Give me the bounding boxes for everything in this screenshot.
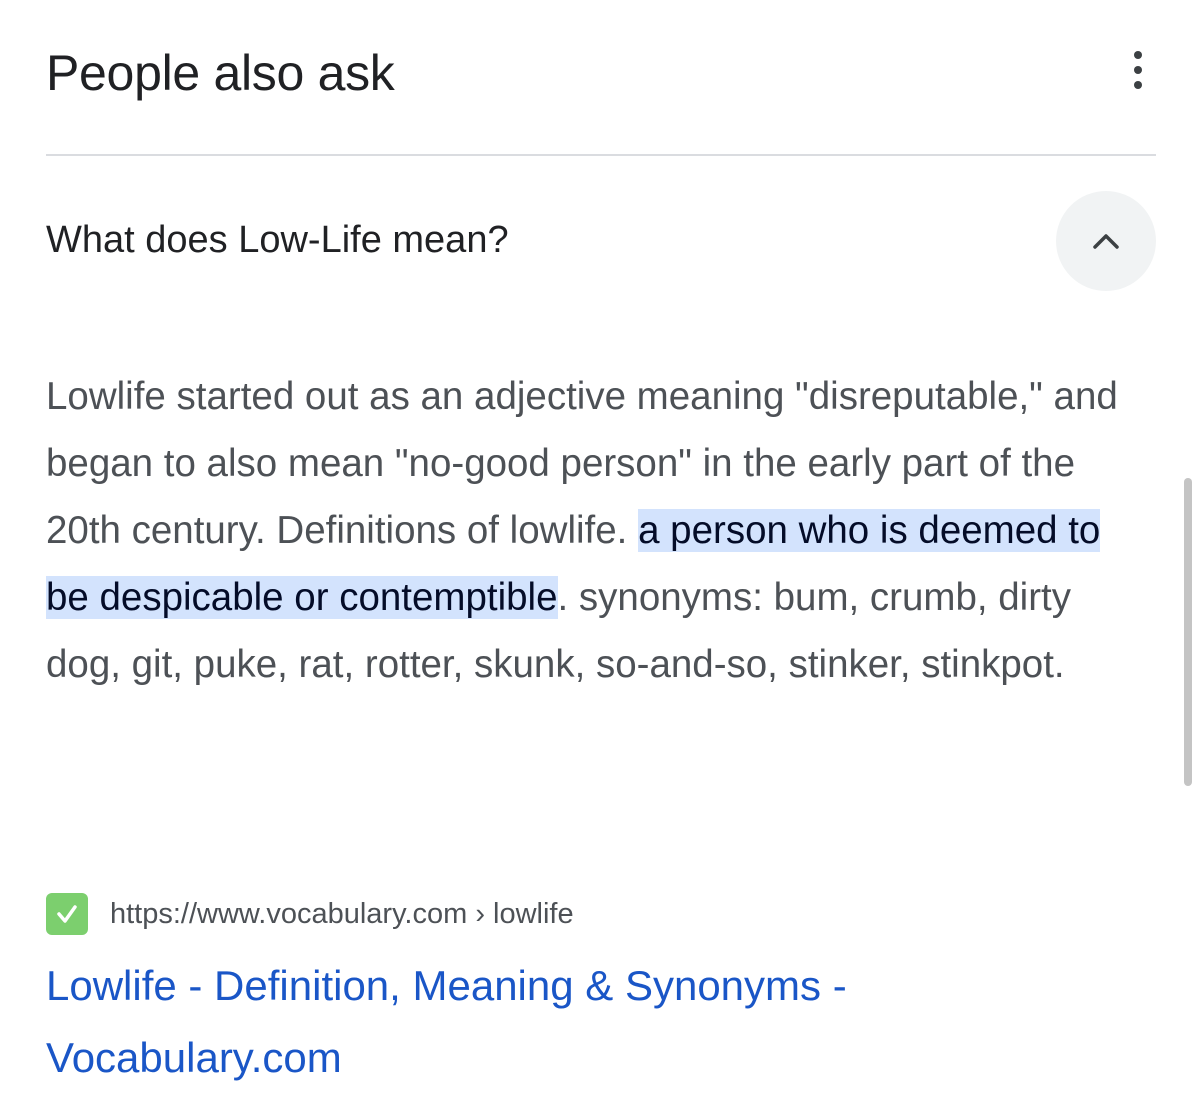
source-url: https://www.vocabulary.com › lowlife	[110, 897, 574, 930]
more-vert-icon-dot	[1134, 66, 1142, 74]
answer-snippet: Lowlife started out as an adjective mean…	[46, 363, 1136, 698]
checkmark-icon	[57, 905, 77, 923]
question-title[interactable]: What does Low-Life mean?	[46, 212, 509, 268]
section-title: People also ask	[46, 45, 395, 101]
chevron-up-icon	[1093, 234, 1119, 249]
source-line[interactable]: https://www.vocabulary.com › lowlife	[46, 892, 574, 936]
scrollbar-thumb[interactable]	[1184, 478, 1192, 786]
site-favicon	[46, 893, 88, 935]
more-vert-icon	[1134, 51, 1142, 59]
result-title-link[interactable]: Lowlife - Definition, Meaning & Synonyms…	[46, 950, 1136, 1094]
more-vert-icon-dot	[1134, 81, 1142, 89]
collapse-button[interactable]	[1056, 191, 1156, 291]
more-options-button[interactable]	[1116, 44, 1160, 96]
section-divider	[46, 154, 1156, 156]
